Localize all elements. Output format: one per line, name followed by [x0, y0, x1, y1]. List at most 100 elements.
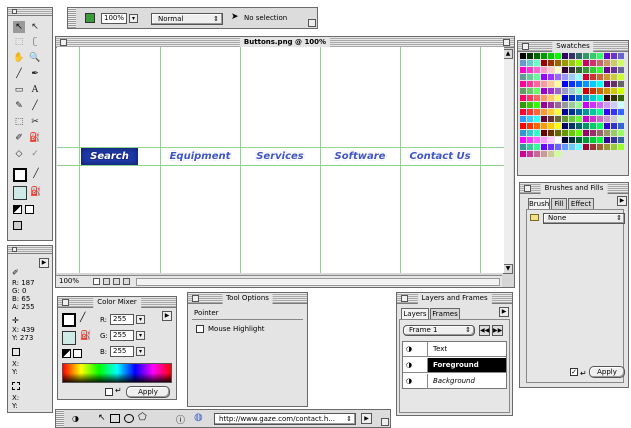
- url-go-icon[interactable]: ▶: [361, 413, 372, 424]
- color-swatch[interactable]: [555, 74, 561, 80]
- marquee-tool-icon[interactable]: ⬚: [13, 36, 25, 48]
- tab-fill[interactable]: Fill: [551, 198, 567, 209]
- color-swatch[interactable]: [527, 95, 533, 101]
- info-icon[interactable]: ⓘ: [176, 413, 185, 426]
- color-swatch[interactable]: [548, 123, 554, 129]
- color-swatch[interactable]: [611, 95, 617, 101]
- r-field[interactable]: 255: [110, 314, 134, 325]
- color-swatch[interactable]: [597, 81, 603, 87]
- color-swatch[interactable]: [520, 109, 526, 115]
- color-swatch[interactable]: [583, 116, 589, 122]
- color-swatch[interactable]: [618, 116, 624, 122]
- color-swatch[interactable]: [590, 74, 596, 80]
- color-swatch[interactable]: [527, 102, 533, 108]
- scroll-up-icon[interactable]: ▲: [503, 49, 513, 59]
- brush-select[interactable]: None ⇕: [543, 213, 625, 224]
- color-swatch[interactable]: [597, 95, 603, 101]
- color-swatch[interactable]: [527, 74, 533, 80]
- color-swatch[interactable]: [618, 67, 624, 73]
- color-swatch[interactable]: [597, 144, 603, 150]
- color-swatch[interactable]: [604, 144, 610, 150]
- color-swatch[interactable]: [611, 60, 617, 66]
- color-swatch[interactable]: [576, 60, 582, 66]
- color-swatch[interactable]: [604, 137, 610, 143]
- color-swatch[interactable]: [569, 123, 575, 129]
- g-dropdown[interactable]: ▾: [136, 331, 145, 340]
- color-swatch[interactable]: [569, 88, 575, 94]
- color-swatch[interactable]: [583, 88, 589, 94]
- color-swatch[interactable]: [611, 144, 617, 150]
- color-swatch[interactable]: [576, 123, 582, 129]
- color-swatch[interactable]: [520, 144, 526, 150]
- color-swatch[interactable]: [548, 95, 554, 101]
- color-swatch[interactable]: [611, 88, 617, 94]
- knife-tool-icon[interactable]: ✂: [29, 116, 41, 128]
- color-swatch[interactable]: [548, 137, 554, 143]
- color-swatch[interactable]: [527, 137, 533, 143]
- swap-colors-icon[interactable]: [73, 349, 82, 358]
- b-dropdown[interactable]: ▾: [136, 347, 145, 356]
- color-swatch[interactable]: [527, 144, 533, 150]
- color-swatch[interactable]: [618, 144, 624, 150]
- color-swatch[interactable]: [541, 53, 547, 59]
- color-swatch[interactable]: [534, 67, 540, 73]
- color-swatch[interactable]: [590, 137, 596, 143]
- color-swatch[interactable]: [548, 60, 554, 66]
- color-swatch[interactable]: [597, 102, 603, 108]
- color-swatch[interactable]: [541, 67, 547, 73]
- color-swatch[interactable]: [590, 116, 596, 122]
- color-swatch[interactable]: [520, 130, 526, 136]
- color-swatch[interactable]: [527, 67, 533, 73]
- color-swatch[interactable]: [520, 116, 526, 122]
- pointer-tool-icon[interactable]: ↖: [13, 21, 25, 33]
- tab-layers[interactable]: Layers: [401, 308, 429, 319]
- color-swatch[interactable]: [548, 116, 554, 122]
- color-swatch[interactable]: [583, 95, 589, 101]
- color-swatch[interactable]: [618, 137, 624, 143]
- color-swatch[interactable]: [534, 137, 540, 143]
- color-swatch[interactable]: [541, 88, 547, 94]
- color-swatch[interactable]: [604, 123, 610, 129]
- fill-color-swatch[interactable]: [13, 186, 27, 200]
- globe-icon[interactable]: ◍: [194, 412, 203, 423]
- circle-hotspot-icon[interactable]: [124, 414, 134, 423]
- color-swatch[interactable]: [576, 144, 582, 150]
- stroke-color-swatch[interactable]: [13, 168, 27, 182]
- paint-bucket-tool-icon[interactable]: ⛽: [29, 132, 41, 144]
- color-swatch[interactable]: [548, 102, 554, 108]
- color-swatch[interactable]: [611, 109, 617, 115]
- polygon-hotspot-icon[interactable]: ⬠: [138, 412, 147, 423]
- view-icon-1[interactable]: [103, 278, 110, 285]
- image-canvas[interactable]: Search Equipment Services Software Conta…: [57, 47, 504, 273]
- scale-tool-icon[interactable]: ⬚: [13, 116, 25, 128]
- color-swatch[interactable]: [520, 81, 526, 87]
- color-swatch[interactable]: [534, 144, 540, 150]
- color-swatch[interactable]: [576, 53, 582, 59]
- color-swatch[interactable]: [590, 81, 596, 87]
- horizontal-scrollbar[interactable]: [136, 278, 500, 286]
- color-swatch[interactable]: [611, 74, 617, 80]
- pencil-tool-icon[interactable]: ✎: [13, 100, 25, 112]
- search-button-slice[interactable]: Search: [81, 148, 138, 165]
- frame-select[interactable]: Frame 1 ⇕: [403, 325, 475, 336]
- color-swatch[interactable]: [541, 144, 547, 150]
- color-swatch[interactable]: [618, 74, 624, 80]
- color-swatch[interactable]: [618, 53, 624, 59]
- color-swatch[interactable]: [562, 109, 568, 115]
- color-swatch[interactable]: [590, 60, 596, 66]
- color-swatch[interactable]: [583, 67, 589, 73]
- color-swatch[interactable]: [597, 88, 603, 94]
- subselect-tool-icon[interactable]: ↖: [29, 21, 41, 33]
- color-swatch[interactable]: [534, 81, 540, 87]
- text-tool-icon[interactable]: A: [29, 84, 41, 96]
- color-swatch[interactable]: [618, 81, 624, 87]
- color-swatch[interactable]: [527, 151, 533, 157]
- color-swatch[interactable]: [562, 144, 568, 150]
- pen-tool-icon[interactable]: ✒: [29, 68, 41, 80]
- color-swatch[interactable]: [604, 74, 610, 80]
- prev-frame-icon[interactable]: ◀◀: [479, 325, 490, 336]
- view-icon-3[interactable]: [123, 278, 130, 285]
- color-swatch[interactable]: [618, 130, 624, 136]
- color-swatch[interactable]: [548, 151, 554, 157]
- color-swatch[interactable]: [527, 81, 533, 87]
